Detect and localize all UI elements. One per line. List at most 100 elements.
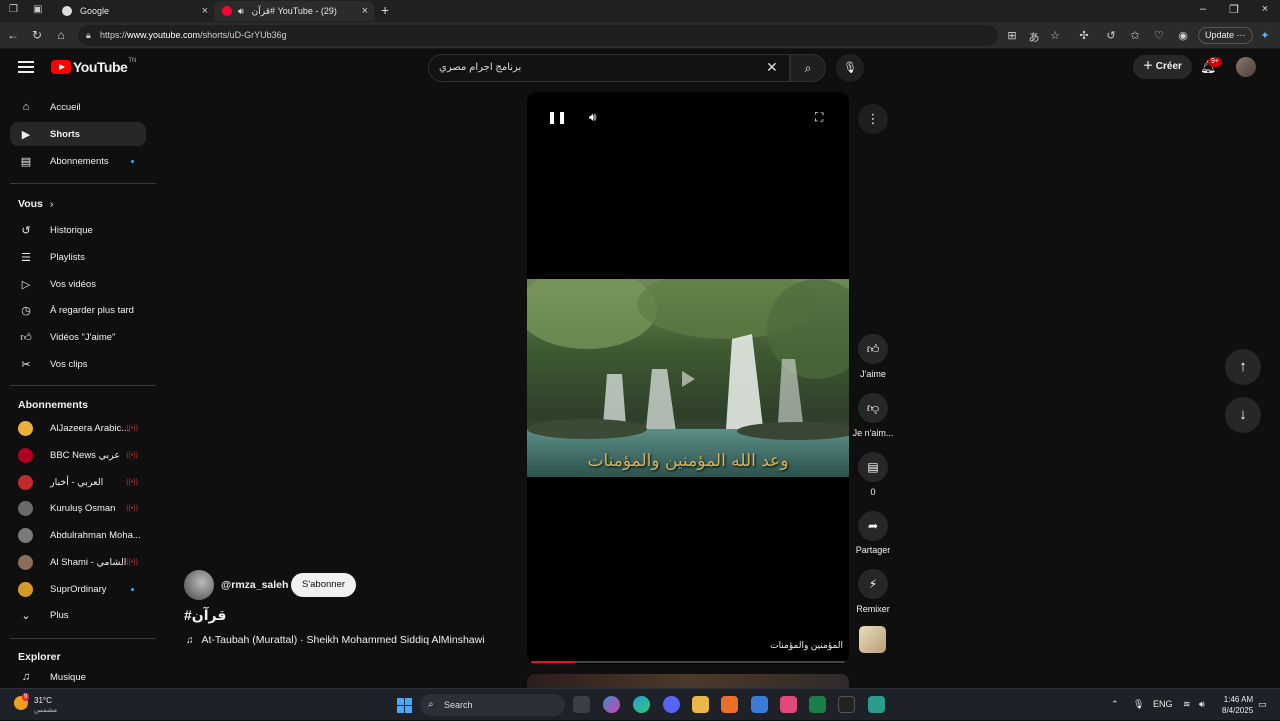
system-clock[interactable]: 1:46 AM 8/4/2025: [1222, 694, 1253, 716]
audio-source-thumbnail[interactable]: [859, 626, 886, 653]
close-tab-icon[interactable]: ×: [362, 5, 368, 17]
copilot-app-icon[interactable]: [603, 696, 620, 713]
like-button[interactable]: 👍︎: [858, 334, 888, 364]
refresh-ext-icon[interactable]: ↺: [1104, 29, 1118, 42]
sidebar-item-history[interactable]: ↺ Historique: [10, 218, 146, 242]
channel-name[interactable]: @rmza_saleh: [221, 579, 288, 591]
sidebar-item-more[interactable]: ⌄ Plus: [10, 603, 146, 627]
sidebar-channel[interactable]: SuprOrdinary: [10, 577, 146, 601]
comments-button[interactable]: ▤: [858, 452, 888, 482]
close-window-icon[interactable]: ×: [1250, 3, 1280, 15]
shorts-player[interactable]: ❚❚ 🔊︎ ⛶ وعد الله المؤمنين والمؤمنات المؤ…: [527, 92, 849, 664]
terminal-icon[interactable]: [838, 696, 855, 713]
wifi-icon[interactable]: ≋: [1183, 699, 1191, 710]
create-button[interactable]: ＋ Créer: [1133, 55, 1192, 79]
search-button[interactable]: ⌕: [790, 54, 826, 82]
sidebar-item-clips[interactable]: ✂ Vos clips: [10, 352, 146, 376]
search-input[interactable]: برنامج اجرام مصري: [428, 54, 790, 82]
app-icon[interactable]: ⊞: [1005, 29, 1019, 42]
app-icon[interactable]: [780, 696, 797, 713]
edge-icon[interactable]: [633, 696, 650, 713]
pause-icon[interactable]: ❚❚: [547, 110, 567, 124]
taskbar-search[interactable]: ⌕ Search: [420, 694, 565, 716]
music-credit[interactable]: ♫ At-Taubah (Murattal) · Sheikh Mohammed…: [186, 634, 485, 646]
dislike-button[interactable]: 👎︎: [858, 393, 888, 423]
fullscreen-icon[interactable]: ⛶: [815, 110, 823, 125]
back-icon[interactable]: ←: [5, 28, 21, 42]
discord-icon[interactable]: [663, 696, 680, 713]
profile-icon[interactable]: ◉: [1176, 29, 1190, 42]
share-button[interactable]: ➦: [858, 511, 888, 541]
sidebar-item-playlists[interactable]: ☰ Playlists: [10, 245, 146, 269]
clear-search-icon[interactable]: ✕: [766, 59, 778, 76]
you-section-heading[interactable]: Vous ›: [18, 198, 53, 210]
update-button[interactable]: Update ···: [1198, 27, 1253, 44]
app-icon[interactable]: [868, 696, 885, 713]
sidebar-item-label: Playlists: [50, 251, 85, 263]
subscribe-button[interactable]: S'abonner: [291, 573, 357, 597]
video-frame[interactable]: [527, 279, 849, 477]
sidebar-item-label: Vos vidéos: [50, 278, 96, 290]
extensions-icon[interactable]: ✣: [1077, 29, 1091, 42]
next-short-preview[interactable]: [527, 674, 849, 688]
more-options-button[interactable]: ⋮: [858, 104, 888, 134]
previous-short-button[interactable]: ↑: [1225, 349, 1261, 385]
sidebar-channel[interactable]: Kuruluş Osman ((•)): [10, 496, 146, 520]
mic-icon[interactable]: 🎙︎: [1133, 699, 1144, 710]
sidebar-channel[interactable]: AlJazeera Arabic... ((•)): [10, 416, 146, 440]
next-short-button[interactable]: ↓: [1225, 397, 1261, 433]
windows-start-icon[interactable]: [397, 698, 412, 713]
favorite-star-icon[interactable]: ☆: [1048, 29, 1062, 42]
store-icon[interactable]: [751, 696, 768, 713]
task-view-icon[interactable]: [573, 696, 590, 713]
copilot-icon[interactable]: ✦: [1258, 29, 1272, 42]
menu-icon[interactable]: [18, 61, 34, 73]
channel-avatar[interactable]: [184, 570, 214, 600]
sidebar-item-your-videos[interactable]: ▷ Vos vidéos: [10, 272, 146, 296]
volume-icon[interactable]: 🔊︎: [1199, 699, 1205, 710]
minimize-icon[interactable]: –: [1188, 3, 1218, 15]
youtube-logo[interactable]: YouTube TN: [51, 58, 136, 75]
url-field[interactable]: 🔒︎ https://www.youtube.com/shorts/uD-GrY…: [78, 25, 998, 46]
home-icon[interactable]: ⌂: [53, 28, 69, 42]
app-icon[interactable]: [809, 696, 826, 713]
sidebar-channel[interactable]: العربي - أخبار ((•)): [10, 470, 146, 494]
playlists-icon: ☰: [21, 251, 31, 264]
video-subtitle: المؤمنين والمؤمنات: [770, 640, 843, 650]
chevron-up-icon[interactable]: ⌃: [1111, 699, 1119, 710]
tab-google[interactable]: Google ×: [54, 1, 214, 21]
sidebar-channel[interactable]: Abdulrahman Moha...: [10, 523, 146, 547]
remix-button[interactable]: ⚡: [858, 569, 888, 599]
file-explorer-icon[interactable]: [692, 696, 709, 713]
weather-widget[interactable]: 9 31°C مشمس: [12, 692, 82, 718]
sidebar-item-shorts[interactable]: ▶ Shorts: [10, 122, 146, 146]
sidebar-channel[interactable]: BBC News عربي ((•)): [10, 443, 146, 467]
tab-actions-icon[interactable]: ▣: [33, 4, 42, 15]
channel-name: Abdulrahman Moha...: [50, 529, 141, 541]
app-icon[interactable]: [721, 696, 738, 713]
voice-search-button[interactable]: 🎙︎: [836, 54, 864, 82]
new-tab-icon[interactable]: +: [381, 2, 389, 18]
progress-bar[interactable]: [531, 661, 845, 663]
account-avatar[interactable]: [1236, 57, 1256, 77]
favorites-icon[interactable]: ✩: [1128, 29, 1142, 42]
sidebar-item-subscriptions[interactable]: ▤ Abonnements: [10, 149, 146, 173]
sidebar-channel[interactable]: Al Shami - الشامي ((•)): [10, 550, 146, 574]
collections-icon[interactable]: ♡: [1152, 29, 1166, 42]
workspaces-icon[interactable]: ❐: [9, 4, 18, 15]
close-tab-icon[interactable]: ×: [202, 5, 208, 17]
restore-icon[interactable]: ❐: [1219, 3, 1249, 16]
volume-icon[interactable]: 🔊︎: [589, 110, 597, 125]
refresh-icon[interactable]: ↻: [29, 28, 45, 42]
liked-videos-icon: 👍︎: [20, 331, 32, 344]
sidebar-item-music[interactable]: ♫ Musique: [10, 668, 146, 686]
sidebar-item-watch-later[interactable]: ◷ À regarder plus tard: [10, 298, 146, 322]
sidebar-item-label: Vos clips: [50, 358, 88, 370]
sidebar-item-liked-videos[interactable]: 👍︎ Vidéos "J'aime": [10, 325, 146, 349]
sidebar-item-home[interactable]: ⌂ Accueil: [10, 95, 146, 119]
speaker-icon[interactable]: 🔊︎: [238, 6, 244, 17]
language-indicator[interactable]: ENG: [1153, 699, 1173, 709]
battery-icon[interactable]: ▭: [1258, 699, 1267, 710]
tab-youtube[interactable]: 🔊︎ YouTube - (29) #قرآن ×: [214, 1, 374, 21]
read-aloud-icon[interactable]: あ: [1027, 29, 1041, 45]
